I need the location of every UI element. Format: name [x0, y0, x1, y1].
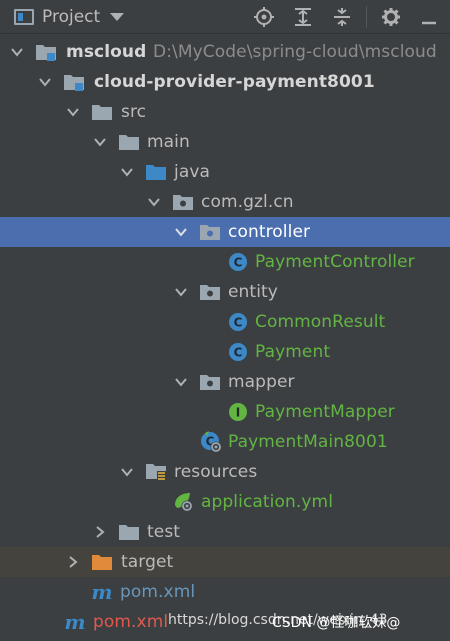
tree-node-label: test [147, 522, 181, 542]
tree-node-package-com-gzl-cn[interactable]: com.gzl.cn [0, 187, 450, 217]
tree-node-src[interactable]: src [0, 97, 450, 127]
tree-node-application-yml[interactable]: application.yml [0, 487, 450, 517]
tree-node-controller[interactable]: controller [0, 217, 450, 247]
tree-node-label: application.yml [201, 492, 334, 512]
tree-node-label: resources [174, 462, 258, 482]
package-icon [199, 221, 221, 243]
tree-node-payment-controller[interactable]: C PaymentController [0, 247, 450, 277]
tree-node-label: main [147, 132, 190, 152]
excluded-folder-icon [91, 551, 113, 573]
tree-node-module-pom-xml[interactable]: m pom.xml [0, 577, 450, 607]
chevron-down-icon[interactable] [66, 105, 80, 119]
tree-node-label: pom.xml [93, 612, 169, 632]
tree-node-payment-mapper[interactable]: I PaymentMapper [0, 397, 450, 427]
tree-node-label: PaymentMain8001 [228, 432, 388, 452]
tree-node-label: java [174, 162, 211, 182]
tree-node-payment[interactable]: C Payment [0, 337, 450, 367]
watermark-author: CSDN @怪咖软妹@ [272, 615, 401, 631]
chevron-down-icon[interactable] [120, 465, 134, 479]
tree-node-mapper[interactable]: mapper [0, 367, 450, 397]
tree-node-resources[interactable]: resources [0, 457, 450, 487]
locate-icon[interactable] [253, 6, 275, 28]
java-class-icon: C [227, 311, 249, 333]
project-view-selector[interactable]: Project [14, 0, 125, 34]
chevron-down-icon[interactable] [38, 75, 52, 89]
tree-node-label: controller [228, 222, 311, 242]
tree-node-label: target [121, 552, 174, 572]
svg-text:C: C [234, 346, 243, 360]
tree-node-label: com.gzl.cn [201, 192, 294, 212]
tree-node-label: src [121, 102, 147, 122]
java-class-icon: C [227, 251, 249, 273]
tree-node-label: Payment [255, 342, 331, 362]
maven-icon: m [64, 610, 86, 634]
project-toolbar: Project [0, 0, 450, 34]
svg-text:C: C [234, 256, 243, 270]
tree-node-label: mscloud [66, 42, 147, 62]
module-folder-icon [35, 41, 57, 63]
tree-node-label: entity [228, 282, 278, 302]
folder-icon [118, 521, 140, 543]
tree-node-cloud-provider-payment8001[interactable]: cloud-provider-payment8001 [0, 67, 450, 97]
chevron-down-icon[interactable] [147, 195, 161, 209]
source-folder-icon [145, 161, 167, 183]
expand-all-icon[interactable] [292, 6, 314, 28]
tree-node-main[interactable]: main [0, 127, 450, 157]
settings-icon[interactable] [380, 6, 402, 28]
project-window-icon [14, 8, 34, 25]
tree-node-label: cloud-provider-payment8001 [94, 72, 375, 92]
chevron-down-icon[interactable] [174, 285, 188, 299]
svg-text:C: C [234, 316, 243, 330]
maven-icon: m [91, 580, 113, 604]
resources-folder-icon [145, 461, 167, 483]
tree-node-path: D:\MyCode\spring-cloud\mscloud [153, 42, 437, 62]
tree-node-test[interactable]: test [0, 517, 450, 547]
module-folder-icon [63, 71, 85, 93]
hide-icon[interactable] [418, 6, 440, 28]
chevron-down-icon[interactable] [10, 45, 24, 59]
folder-icon [91, 101, 113, 123]
toolbar-divider [366, 6, 367, 28]
package-icon [199, 281, 221, 303]
tree-node-label: pom.xml [120, 582, 196, 602]
tree-node-label: CommonResult [255, 312, 386, 332]
chevron-down-icon[interactable] [93, 135, 107, 149]
tree-node-target[interactable]: target [0, 547, 450, 577]
tree-node-java[interactable]: java [0, 157, 450, 187]
tree-node-common-result[interactable]: C CommonResult [0, 307, 450, 337]
spring-config-icon [172, 491, 194, 513]
collapse-all-icon[interactable] [331, 6, 353, 28]
svg-text:I: I [236, 406, 240, 420]
chevron-right-icon[interactable] [66, 555, 80, 569]
tree-node-mscloud[interactable]: mscloud D:\MyCode\spring-cloud\mscloud [0, 37, 450, 67]
project-view-title: Project [42, 6, 101, 27]
tree-node-payment-main8001[interactable]: C PaymentMain8001 [0, 427, 450, 457]
tree-node-label: PaymentController [255, 252, 415, 272]
folder-icon [118, 131, 140, 153]
tree-node-label: PaymentMapper [255, 402, 395, 422]
java-class-icon: C [227, 341, 249, 363]
chevron-down-icon[interactable] [174, 225, 188, 239]
java-interface-icon: I [227, 401, 249, 423]
package-icon [199, 371, 221, 393]
tree-node-label: mapper [228, 372, 295, 392]
chevron-down-icon[interactable] [174, 375, 188, 389]
tree-node-entity[interactable]: entity [0, 277, 450, 307]
spring-boot-class-icon: C [200, 431, 222, 453]
chevron-down-icon [110, 12, 125, 21]
package-icon [172, 191, 194, 213]
chevron-down-icon[interactable] [120, 165, 134, 179]
chevron-right-icon[interactable] [93, 525, 107, 539]
